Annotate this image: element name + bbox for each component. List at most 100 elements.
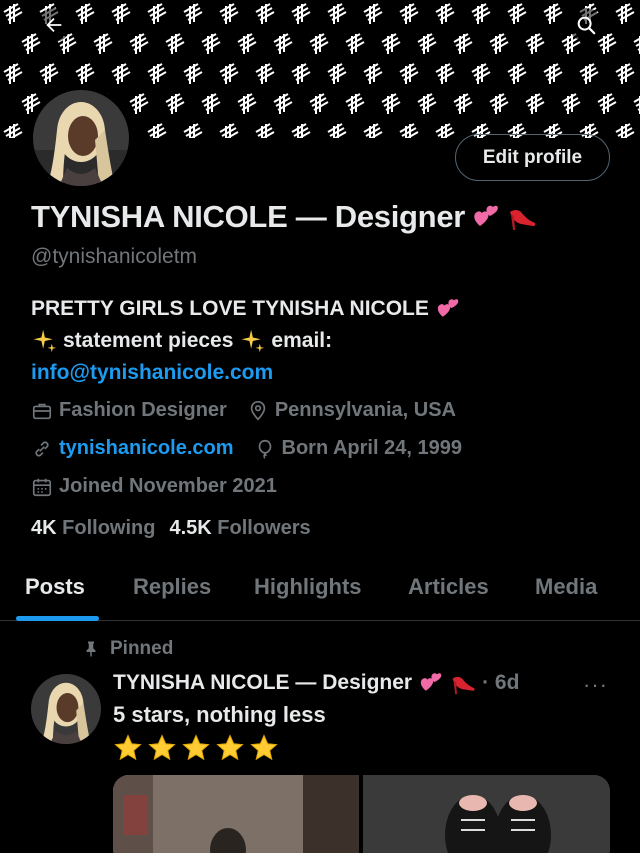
banner-logo-mark xyxy=(381,33,401,55)
profile-avatar[interactable] xyxy=(29,86,133,190)
pin-icon xyxy=(86,641,96,657)
banner-logo-mark xyxy=(363,123,383,138)
banner-logo-mark xyxy=(147,3,167,25)
banner-logo-mark xyxy=(111,63,131,85)
sparkles-icon xyxy=(242,329,265,353)
following-count: 4K xyxy=(31,517,57,539)
post-author-name[interactable]: TYNISHA NICOLE — Designer xyxy=(113,671,412,695)
search-icon xyxy=(577,16,596,35)
banner-logo-mark xyxy=(525,93,545,115)
banner-logo-mark xyxy=(183,63,203,85)
banner-logo-mark xyxy=(219,3,239,25)
profile-tabs: Posts Replies Highlights Articles Media xyxy=(0,560,640,621)
post-timestamp[interactable]: · 6d xyxy=(482,671,519,695)
post-author-avatar[interactable] xyxy=(31,674,101,744)
pinned-label: Pinned xyxy=(110,638,174,659)
high-heel-emoji xyxy=(510,210,536,230)
banner-logo-mark xyxy=(525,33,545,55)
pinned-indicator: Pinned xyxy=(82,638,173,660)
banner-logo-mark xyxy=(543,63,563,85)
location: Pennsylvania, USA xyxy=(274,399,456,421)
banner-logo-mark xyxy=(309,93,329,115)
meta-row-3: Joined November 2021 xyxy=(31,475,277,498)
star-icon xyxy=(182,734,210,761)
post-image-2[interactable] xyxy=(363,775,610,853)
banner-logo-mark xyxy=(219,123,239,138)
banner-logo-mark xyxy=(615,3,635,25)
banner-logo-mark xyxy=(597,33,617,55)
banner-logo-mark xyxy=(633,33,640,55)
banner-logo-mark xyxy=(201,33,221,55)
banner-logo-mark xyxy=(489,33,509,55)
banner-logo-mark xyxy=(21,33,41,55)
banner-logo-mark xyxy=(129,33,149,55)
search-button[interactable] xyxy=(569,8,603,42)
post-text: 5 stars, nothing less xyxy=(113,702,326,727)
post-media[interactable] xyxy=(113,775,610,853)
followers-link[interactable]: 4.5K Followers xyxy=(169,517,310,540)
avatar xyxy=(33,90,129,186)
banner-logo-mark xyxy=(165,33,185,55)
star-icon xyxy=(114,734,142,761)
banner-logo-mark xyxy=(633,93,640,115)
banner-logo-mark xyxy=(327,63,347,85)
banner-logo-mark xyxy=(399,3,419,25)
banner-logo-mark xyxy=(417,33,437,55)
banner-logo-mark xyxy=(255,123,275,138)
post-header: TYNISHA NICOLE — Designer · 6d xyxy=(113,670,519,696)
banner-logo-mark xyxy=(237,93,257,115)
bio-line-2b: email: xyxy=(271,329,333,352)
banner-logo-mark xyxy=(345,33,365,55)
banner-logo-mark xyxy=(291,63,311,85)
back-button[interactable] xyxy=(37,8,71,42)
birthday: Born April 24, 1999 xyxy=(281,437,462,459)
banner-logo-mark xyxy=(93,33,113,55)
star-icon xyxy=(148,734,176,761)
banner-logo-mark xyxy=(183,123,203,138)
banner-logo-mark xyxy=(183,3,203,25)
bio-line-2a: statement pieces xyxy=(63,329,234,352)
tab-posts[interactable]: Posts xyxy=(25,574,85,600)
banner-logo-mark xyxy=(561,93,581,115)
banner-logo-mark xyxy=(435,123,455,138)
banner-logo-mark xyxy=(147,63,167,85)
active-tab-indicator xyxy=(16,616,99,621)
banner-logo-mark xyxy=(273,93,293,115)
sparkles-icon xyxy=(33,329,57,353)
banner-logo-mark xyxy=(111,3,131,25)
star-icon xyxy=(216,734,244,761)
banner-logo-mark xyxy=(165,93,185,115)
profile-handle: @tynishanicoletm xyxy=(31,245,198,268)
banner-logo-mark xyxy=(327,123,347,138)
meta-row-2: tynishanicole.com Born April 24, 1999 xyxy=(31,437,462,460)
banner-logo-mark xyxy=(579,63,599,85)
banner-logo-mark xyxy=(39,63,59,85)
joined-date: Joined November 2021 xyxy=(59,475,277,497)
tab-highlights[interactable]: Highlights xyxy=(254,574,362,600)
following-link[interactable]: 4K Following xyxy=(31,517,155,540)
banner-logo-mark xyxy=(345,93,365,115)
banner-logo-mark xyxy=(435,63,455,85)
tab-replies[interactable]: Replies xyxy=(133,574,211,600)
banner-logo-mark xyxy=(471,63,491,85)
post-image-1[interactable] xyxy=(113,775,359,853)
following-label: Following xyxy=(62,517,156,539)
tab-articles[interactable]: Articles xyxy=(408,574,489,600)
banner-logo-mark xyxy=(615,123,635,138)
edit-profile-button[interactable]: Edit profile xyxy=(455,134,610,181)
banner-logo-mark xyxy=(237,33,257,55)
banner-logo-mark xyxy=(363,63,383,85)
occupation: Fashion Designer xyxy=(59,399,227,421)
banner-logo-mark xyxy=(3,63,23,85)
bio-email-link[interactable]: info@tynishanicole.com xyxy=(31,357,273,389)
banner-logo-mark xyxy=(3,123,23,138)
follow-counts: 4K Following 4.5K Followers xyxy=(31,517,311,540)
banner-logo-mark xyxy=(147,123,167,138)
more-options-button[interactable]: ··· xyxy=(583,672,608,698)
tab-media[interactable]: Media xyxy=(535,574,597,600)
display-name: TYNISHA NICOLE — Designer xyxy=(31,199,466,234)
arrow-left-icon xyxy=(46,17,62,33)
website-link[interactable]: tynishanicole.com xyxy=(59,437,234,460)
banner-logo-mark xyxy=(255,63,275,85)
star-rating xyxy=(113,733,279,763)
